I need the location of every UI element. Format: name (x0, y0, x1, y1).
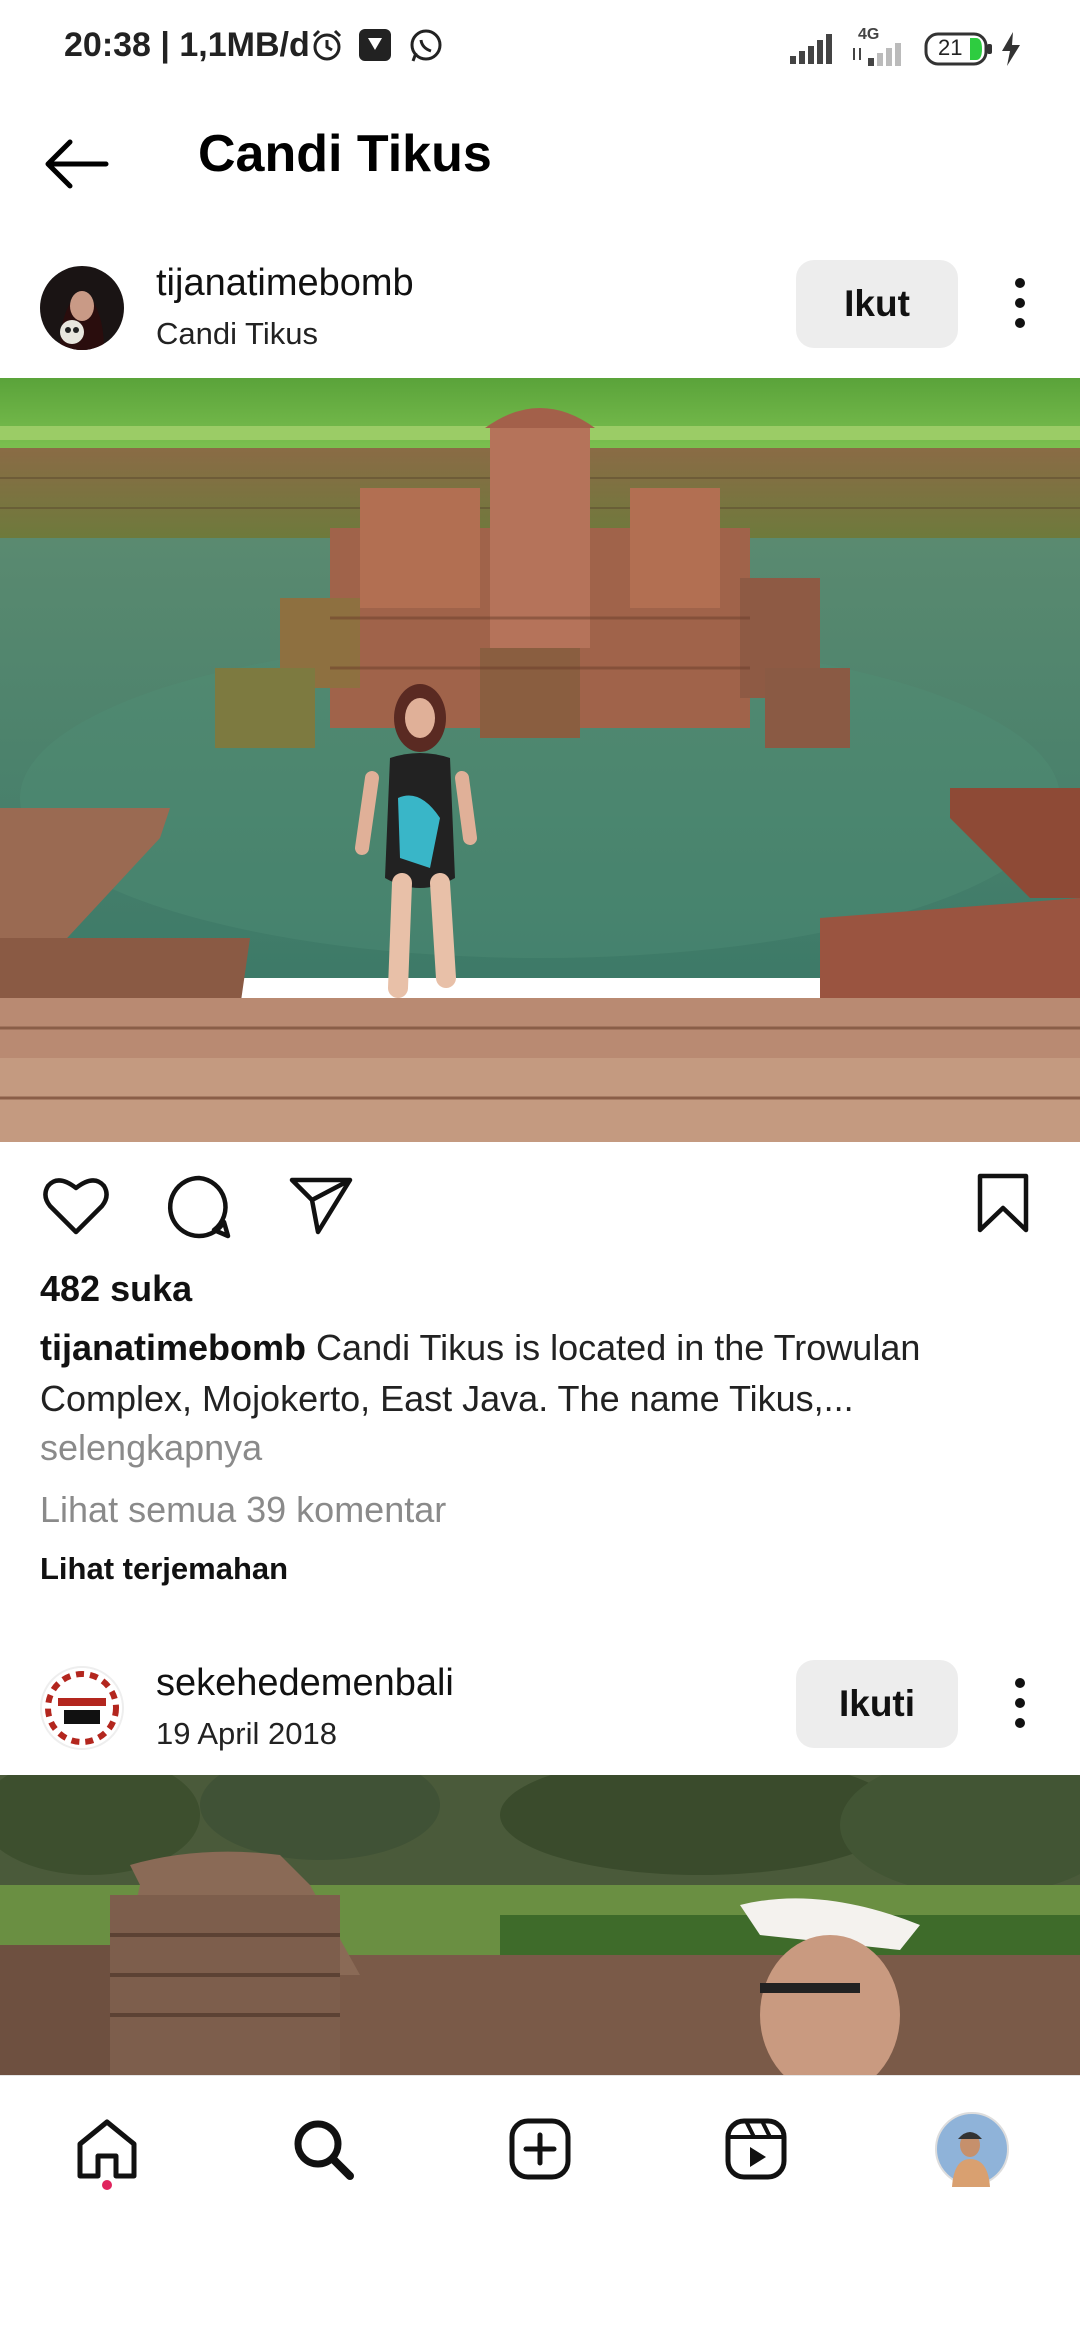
follow-button[interactable]: Ikut (796, 260, 958, 348)
arrow-left-icon (40, 139, 110, 198)
post-image[interactable] (0, 378, 1080, 1142)
signal-4g-icon (852, 40, 910, 71)
back-button[interactable] (40, 134, 120, 194)
notification-dot (102, 2180, 112, 2190)
charging-icon (1000, 32, 1022, 71)
post-username[interactable]: tijanatimebomb (156, 262, 414, 305)
post-image[interactable] (0, 1775, 1080, 2075)
bookmark-icon (976, 1173, 1030, 1238)
plus-square-icon (508, 2117, 572, 2186)
like-button[interactable] (42, 1174, 110, 1243)
follow-button[interactable]: Ikuti (796, 1660, 958, 1748)
view-comments-link[interactable]: Lihat semua 39 komentar (40, 1489, 446, 1531)
more-vertical-icon (1000, 278, 1040, 340)
nav-profile-button[interactable] (927, 2106, 1017, 2196)
battery-level: 21 (938, 35, 963, 60)
post-options-button[interactable] (1000, 1670, 1040, 1736)
signal-icon (790, 34, 832, 69)
status-time: 20:38 | 1,1MB/d (64, 26, 310, 64)
send-icon (288, 1177, 354, 1240)
nav-create-button[interactable] (495, 2106, 585, 2196)
home-icon (74, 2116, 140, 2187)
bottom-navigation (0, 2075, 1080, 2226)
share-button[interactable] (288, 1174, 354, 1241)
nav-reels-button[interactable] (711, 2106, 801, 2196)
post-caption: tijanatimebomb Candi Tikus is located in… (40, 1322, 1040, 1424)
comment-button[interactable] (166, 1174, 232, 1245)
status-bar: 20:38 | 1,1MB/d 4G 21 (0, 0, 1080, 100)
heart-icon (42, 1178, 110, 1242)
translate-link[interactable]: Lihat terjemahan (40, 1551, 288, 1587)
post-username[interactable]: sekehedemenbali (156, 1662, 454, 1705)
caption-username[interactable]: tijanatimebomb (40, 1327, 306, 1368)
app-notification-icon (358, 28, 392, 67)
nav-search-button[interactable] (278, 2106, 368, 2196)
avatar[interactable] (40, 1666, 124, 1750)
post-header: sekehedemenbali 19 April 2018 Ikuti (0, 1648, 1080, 1778)
page-title: Candi Tikus (198, 125, 492, 183)
more-link[interactable]: selengkapnya (40, 1427, 262, 1469)
post-header: tijanatimebomb Candi Tikus Ikut (0, 248, 1080, 378)
profile-avatar (934, 2111, 1010, 2192)
comment-icon (166, 1175, 232, 1244)
reels-icon (724, 2117, 788, 2186)
whatsapp-icon (408, 28, 444, 69)
save-button[interactable] (976, 1172, 1030, 1239)
more-vertical-icon (1000, 1678, 1040, 1740)
post-options-button[interactable] (1000, 270, 1040, 336)
alarm-icon (310, 28, 344, 67)
search-icon (290, 2116, 356, 2187)
avatar[interactable] (40, 266, 124, 350)
post-date: 19 April 2018 (156, 1716, 337, 1751)
post-actions (0, 1160, 1080, 1250)
top-header: Candi Tikus (0, 100, 1080, 220)
post-location[interactable]: Candi Tikus (156, 316, 318, 352)
likes-count[interactable]: 482 suka (40, 1268, 192, 1310)
